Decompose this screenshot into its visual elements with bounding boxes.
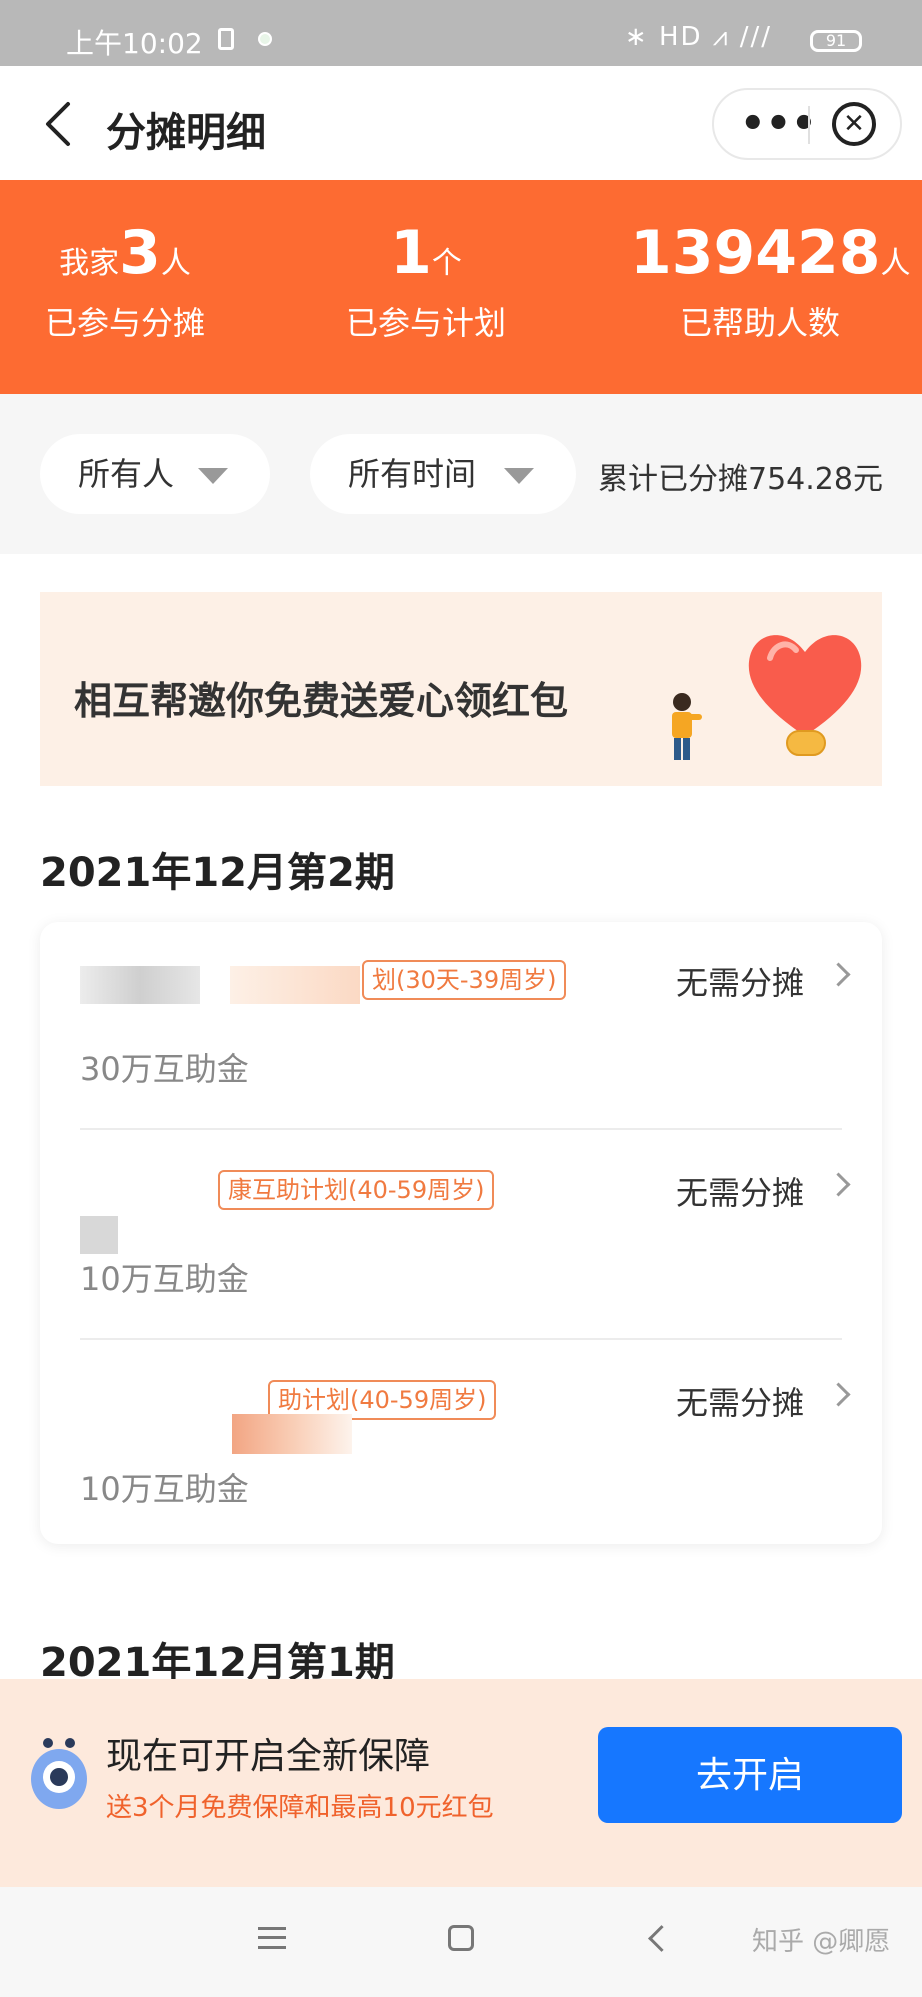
main-content: 相互帮邀你免费送爱心领红包 2021年12月第2期 划(30天-39周岁) 无需…	[0, 554, 922, 1686]
redacted-name	[80, 966, 200, 1004]
row-divider	[80, 1338, 842, 1340]
redacted-name	[80, 1216, 118, 1254]
stat-helped-unit: 人	[880, 246, 911, 281]
filter-time-dropdown[interactable]: 所有时间	[310, 434, 576, 514]
chevron-right-icon	[826, 1172, 851, 1197]
home-icon[interactable]	[448, 1925, 474, 1951]
miniapp-capsule: ••• ✕	[712, 88, 902, 160]
stat-family-label: 已参与分摊	[44, 304, 205, 342]
row-divider	[80, 1128, 842, 1130]
filter-person-dropdown[interactable]: 所有人	[40, 434, 270, 514]
heart-icon	[748, 635, 862, 736]
vibrate-icon	[218, 28, 234, 50]
list-item[interactable]: 助计划(40-59周岁) 无需分摊 10万互助金	[40, 1342, 882, 1550]
bottom-promo-bar: 现在可开启全新保障 送3个月免费保障和最高10元红包 去开启	[0, 1679, 922, 1887]
promo-banner[interactable]: 相互帮邀你免费送爱心领红包	[40, 592, 882, 786]
notification-icon	[258, 32, 272, 46]
coin-icon	[786, 730, 826, 756]
redacted-name	[232, 1414, 352, 1454]
stat-plans-label: 已参与计划	[345, 304, 506, 342]
list-item[interactable]: 康互助计划(40-59周岁) 无需分摊 10万互助金	[40, 1132, 882, 1340]
benefit-amount: 30万互助金	[80, 1050, 249, 1088]
redacted-name	[230, 966, 360, 1004]
stat-helped-label: 已帮助人数	[679, 304, 840, 342]
battery-icon: 91	[810, 30, 862, 52]
mascot-icon	[31, 1738, 87, 1809]
capsule-divider	[808, 106, 810, 144]
back-icon[interactable]	[648, 1925, 675, 1952]
status-time: 上午10:02	[66, 27, 203, 60]
filter-time-label: 所有时间	[348, 455, 477, 493]
promo-banner-text: 相互帮邀你免费送爱心领红包	[74, 679, 569, 723]
chevron-right-icon	[826, 962, 851, 987]
benefit-amount: 10万互助金	[80, 1260, 249, 1298]
list-item[interactable]: 划(30天-39周岁) 无需分摊 30万互助金	[40, 922, 882, 1130]
signal-icons: ∗ HD ⩘ ///	[624, 22, 772, 52]
stat-family-value: 3	[119, 218, 161, 288]
page-title: 分摊明细	[106, 110, 266, 156]
plan-tag: 划(30天-39周岁)	[362, 960, 567, 1000]
stat-helped: 139428人 已帮助人数	[630, 218, 911, 344]
stat-plans: 1个 已参与计划	[336, 218, 516, 344]
stat-helped-value: 139428	[630, 218, 881, 288]
period-title: 2021年12月第2期	[40, 850, 395, 896]
system-nav-bar: 知乎 @卿愿	[0, 1887, 922, 1997]
chevron-down-icon	[198, 468, 228, 484]
stat-family-unit: 人	[160, 246, 191, 281]
more-icon[interactable]: •••	[740, 96, 817, 152]
back-arrow-icon[interactable]	[38, 94, 78, 154]
nav-bar: 分摊明细 ••• ✕	[0, 66, 922, 180]
benefit-amount: 10万互助金	[80, 1470, 249, 1508]
stat-family: 我家3人 已参与分摊	[40, 218, 210, 344]
stat-family-prefix: 我家	[59, 246, 120, 281]
menu-icon[interactable]	[258, 1927, 286, 1949]
promo-subtitle: 送3个月免费保障和最高10元红包	[106, 1793, 494, 1823]
watermark: 知乎 @卿愿	[752, 1927, 891, 1957]
status-bar: 上午10:02 ∗ HD ⩘ /// 91	[0, 0, 922, 66]
period-card: 划(30天-39周岁) 无需分摊 30万互助金 康互助计划(40-59周岁) 无…	[40, 922, 882, 1544]
close-icon[interactable]: ✕	[832, 102, 876, 146]
stat-plans-unit: 个	[431, 246, 462, 281]
kid-illustration-icon	[672, 693, 702, 760]
chevron-right-icon	[826, 1382, 851, 1407]
summary-banner: 我家3人 已参与分摊 1个 已参与计划 139428人 已帮助人数	[0, 180, 922, 394]
promo-title: 现在可开启全新保障	[106, 1736, 431, 1777]
chevron-down-icon	[504, 468, 534, 484]
filter-person-label: 所有人	[78, 455, 175, 493]
stat-plans-value: 1	[390, 218, 432, 288]
filter-bar: 所有人 所有时间 累计已分摊754.28元	[0, 394, 922, 554]
share-status: 无需分摊	[676, 964, 805, 1002]
open-protection-button[interactable]: 去开启	[598, 1727, 902, 1823]
plan-tag: 康互助计划(40-59周岁)	[218, 1170, 495, 1210]
cumulative-amount: 累计已分摊754.28元	[598, 462, 883, 497]
share-status: 无需分摊	[676, 1384, 805, 1422]
share-status: 无需分摊	[676, 1174, 805, 1212]
